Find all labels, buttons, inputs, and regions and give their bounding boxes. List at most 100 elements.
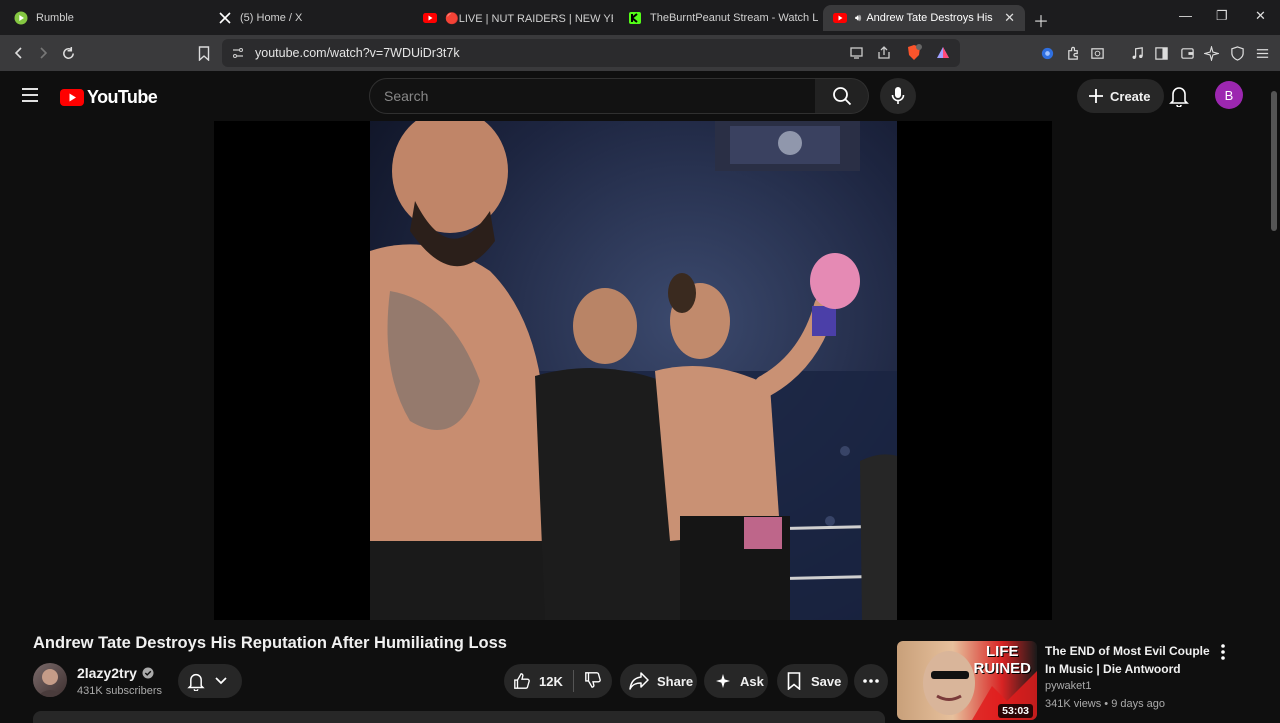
suggested-video-channel[interactable]: pywaket1 [1045,680,1091,692]
tab-andrew-tate[interactable]: 🔊︎ Andrew Tate Destroys His Rep ✕ [823,5,1025,31]
menu-icon[interactable] [1251,42,1273,64]
search-icon [832,87,851,106]
verified-badge-icon [142,667,154,679]
cast-icon[interactable] [849,46,864,65]
more-horizontal-icon [863,679,879,683]
tab-kick-stream[interactable]: TheBurntPeanut Stream - Watch Live [618,5,818,31]
video-title: Andrew Tate Destroys His Reputation Afte… [33,634,507,652]
more-actions-button[interactable] [854,664,888,698]
channel-name-row[interactable]: 2lazy2try [77,665,154,681]
tab-label: 🔴LIVE | NUT RAIDERS | NEW YEAR N [445,12,613,25]
kick-icon [628,11,642,25]
share-label: Share [657,673,694,689]
forward-button[interactable] [32,42,54,64]
suggested-video-meta: 341K views • 9 days ago [1045,698,1166,710]
share-page-icon[interactable] [877,46,891,65]
guide-menu-icon[interactable] [21,87,39,108]
more-vertical-icon[interactable] [1221,644,1225,665]
video-scene-image [370,121,897,620]
tab-nut-raiders[interactable]: 🔴LIVE | NUT RAIDERS | NEW YEAR N [413,5,613,31]
bookmark-icon[interactable] [193,42,215,64]
create-button[interactable]: Create [1077,79,1165,113]
brave-rewards-icon[interactable] [935,45,951,66]
youtube-icon [833,11,847,25]
voice-search-button[interactable] [880,78,916,114]
reload-button[interactable] [57,42,79,64]
tab-label: (5) Home / X [240,12,303,24]
thumbnail-caption: LIFE RUINED [973,643,1031,677]
thumbs-up-icon [514,673,530,689]
rumble-icon [14,11,28,25]
url-text: youtube.com/watch?v=7WDUiDr3t7k [255,46,460,60]
minimize-button[interactable]: — [1179,8,1192,23]
search-input[interactable]: Search [369,78,816,114]
tab-label: Rumble [36,12,74,24]
tab-label: TheBurntPeanut Stream - Watch Live [650,12,818,24]
browser-tab-strip: Rumble (5) Home / X 🔴LIVE | NUT RAIDERS … [0,0,1280,35]
logo-text: YouTube [87,87,158,107]
channel-avatar[interactable] [33,663,67,697]
address-bar[interactable]: youtube.com/watch?v=7WDUiDr3t7k [222,39,960,67]
save-label: Save [811,673,842,689]
youtube-icon [423,11,437,25]
description-box[interactable] [33,711,885,723]
dislike-button[interactable] [584,671,602,692]
video-frame [370,121,897,620]
site-settings-icon[interactable] [231,46,245,65]
thumbs-down-icon [584,671,601,688]
like-dislike-group: 12K [504,664,612,698]
brave-shields-icon[interactable] [905,44,923,67]
like-button[interactable]: 12K [513,672,563,690]
shield-icon[interactable] [1226,42,1248,64]
bell-icon [187,673,205,691]
tab-label: Andrew Tate Destroys His Rep [866,12,996,24]
notifications-bell-icon[interactable] [1169,85,1189,112]
channel-name: 2lazy2try [77,665,137,681]
like-divider [572,670,574,692]
suggested-video-thumbnail[interactable]: LIFE RUINED 53:03 [897,641,1037,720]
ask-label: Ask [740,673,764,689]
close-window-button[interactable]: ✕ [1255,8,1266,24]
restore-button[interactable]: ❐ [1216,8,1228,24]
video-duration: 53:03 [998,704,1033,718]
ask-button[interactable]: Ask [704,664,768,698]
vpn-icon[interactable] [1036,42,1058,64]
screenshot-icon[interactable] [1086,42,1108,64]
wallet-icon[interactable] [1176,42,1198,64]
avatar-letter: B [1224,87,1234,103]
leo-ai-icon[interactable] [1200,42,1222,64]
scrollbar-thumb[interactable] [1271,91,1277,231]
suggested-video-title[interactable]: The END of Most Evil Couple In Music | D… [1045,642,1220,678]
tab-rumble[interactable]: Rumble [4,5,204,31]
extensions-icon[interactable] [1062,42,1084,64]
subscribed-notifications-button[interactable] [178,664,242,698]
plus-icon [1089,89,1103,103]
speaker-icon[interactable]: 🔊︎ [855,13,861,24]
video-player[interactable] [214,121,1052,620]
save-button[interactable]: Save [777,664,848,698]
save-bookmark-icon [787,672,801,690]
back-button[interactable] [8,42,30,64]
share-icon [629,672,649,690]
create-label: Create [1110,88,1151,104]
chevron-down-icon [215,677,227,685]
search-button[interactable] [815,78,869,114]
tab-x-home[interactable]: (5) Home / X [208,5,408,31]
search-placeholder: Search [384,88,429,104]
account-avatar[interactable]: B [1215,81,1243,109]
youtube-logo[interactable]: YouTube [60,87,158,108]
sparkle-icon [716,674,730,688]
thumbnail-caption-line-2: RUINED [973,660,1031,677]
microphone-icon [891,87,905,104]
share-button[interactable]: Share [620,664,697,698]
like-count: 12K [539,673,563,689]
media-icon[interactable] [1126,42,1148,64]
page-scrollbar[interactable] [1268,71,1280,720]
close-tab-icon[interactable]: ✕ [1004,10,1015,26]
browser-toolbar: youtube.com/watch?v=7WDUiDr3t7k [0,35,1280,71]
new-tab-button[interactable]: ＋ [1033,8,1049,32]
sidebar-icon[interactable] [1150,42,1172,64]
thumbnail-caption-line-1: LIFE [985,643,1019,660]
subscriber-count: 431K subscribers [77,685,162,697]
youtube-play-icon [60,89,84,106]
